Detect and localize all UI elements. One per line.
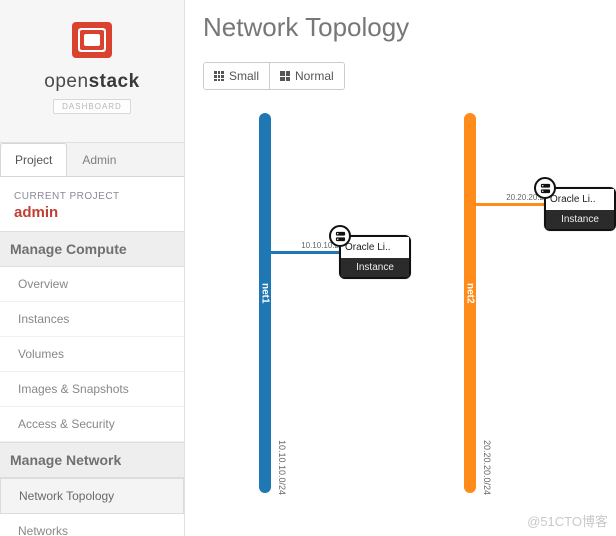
link-net1-instance: 10.10.10.2 <box>271 251 341 254</box>
brand-name: openstack <box>0 71 184 93</box>
tab-admin[interactable]: Admin <box>67 143 131 176</box>
nav-overview[interactable]: Overview <box>0 267 184 302</box>
nav-volumes[interactable]: Volumes <box>0 337 184 372</box>
grid-normal-icon <box>280 71 290 81</box>
current-project-block: CURRENT PROJECT admin <box>0 176 184 231</box>
nav-instances[interactable]: Instances <box>0 302 184 337</box>
topology-canvas: net1 10.10.10.0/24 net2 20.20.20.0/24 10… <box>203 102 598 502</box>
tab-project[interactable]: Project <box>0 143 67 177</box>
brand-block: openstack DASHBOARD <box>0 0 184 124</box>
sidebar: openstack DASHBOARD Project Admin CURREN… <box>0 0 185 536</box>
section-manage-compute: Manage Compute <box>0 231 184 267</box>
network-label: net2 <box>465 283 476 304</box>
view-normal-label: Normal <box>295 69 334 83</box>
view-size-toggle: Small Normal <box>203 62 345 90</box>
instance-name: Oracle Li.. <box>546 189 614 210</box>
link-net2-instance: 20.20.20.2 <box>476 203 546 206</box>
network-cidr: 10.10.10.0/24 <box>277 440 287 495</box>
network-label: net1 <box>260 283 271 304</box>
current-project-label: CURRENT PROJECT <box>14 191 170 202</box>
network-cidr: 20.20.20.0/24 <box>482 440 492 495</box>
instance-type: Instance <box>341 258 409 277</box>
view-small-button[interactable]: Small <box>204 63 269 89</box>
nav-networks[interactable]: Networks <box>0 514 184 536</box>
instance-node[interactable]: Oracle Li.. Instance <box>339 235 411 279</box>
sidebar-tabs: Project Admin <box>0 142 184 176</box>
nav-images-snapshots[interactable]: Images & Snapshots <box>0 372 184 407</box>
dashboard-badge: DASHBOARD <box>53 99 131 114</box>
section-manage-network: Manage Network <box>0 442 184 478</box>
nav-access-security[interactable]: Access & Security <box>0 407 184 442</box>
view-normal-button[interactable]: Normal <box>269 63 344 89</box>
page-title: Network Topology <box>203 12 598 43</box>
grid-small-icon <box>214 71 224 81</box>
main-content: Network Topology Small Normal net1 10.10… <box>185 0 616 536</box>
network-bar-net2[interactable]: net2 20.20.20.0/24 <box>464 113 476 493</box>
network-bar-net1[interactable]: net1 10.10.10.0/24 <box>259 113 271 493</box>
instance-node[interactable]: Oracle Li.. Instance <box>544 187 616 231</box>
view-small-label: Small <box>229 69 259 83</box>
instance-type: Instance <box>546 210 614 229</box>
nav-network-topology[interactable]: Network Topology <box>0 478 184 514</box>
openstack-logo-icon <box>66 18 118 62</box>
current-project-name: admin <box>14 204 170 221</box>
instance-name: Oracle Li.. <box>341 237 409 258</box>
